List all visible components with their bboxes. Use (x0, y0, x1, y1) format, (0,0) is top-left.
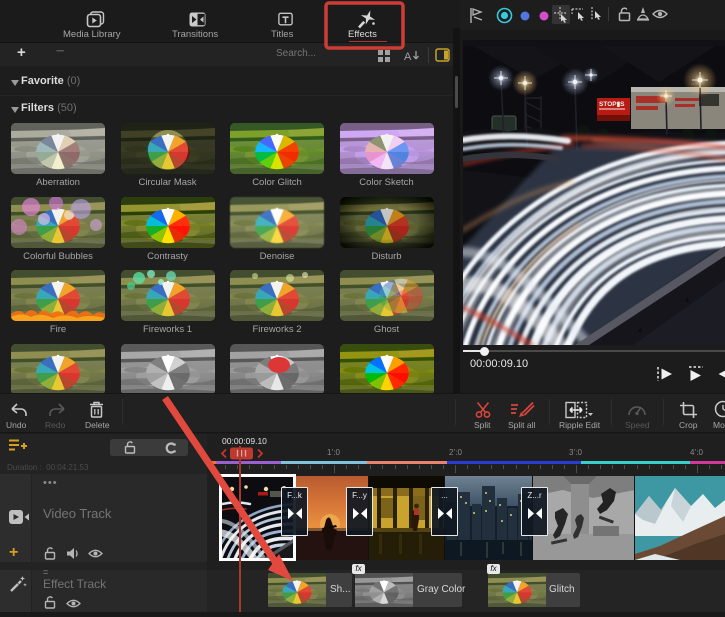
svg-text:A: A (404, 51, 412, 63)
svg-text:STOP▮S: STOP▮S (599, 101, 625, 108)
